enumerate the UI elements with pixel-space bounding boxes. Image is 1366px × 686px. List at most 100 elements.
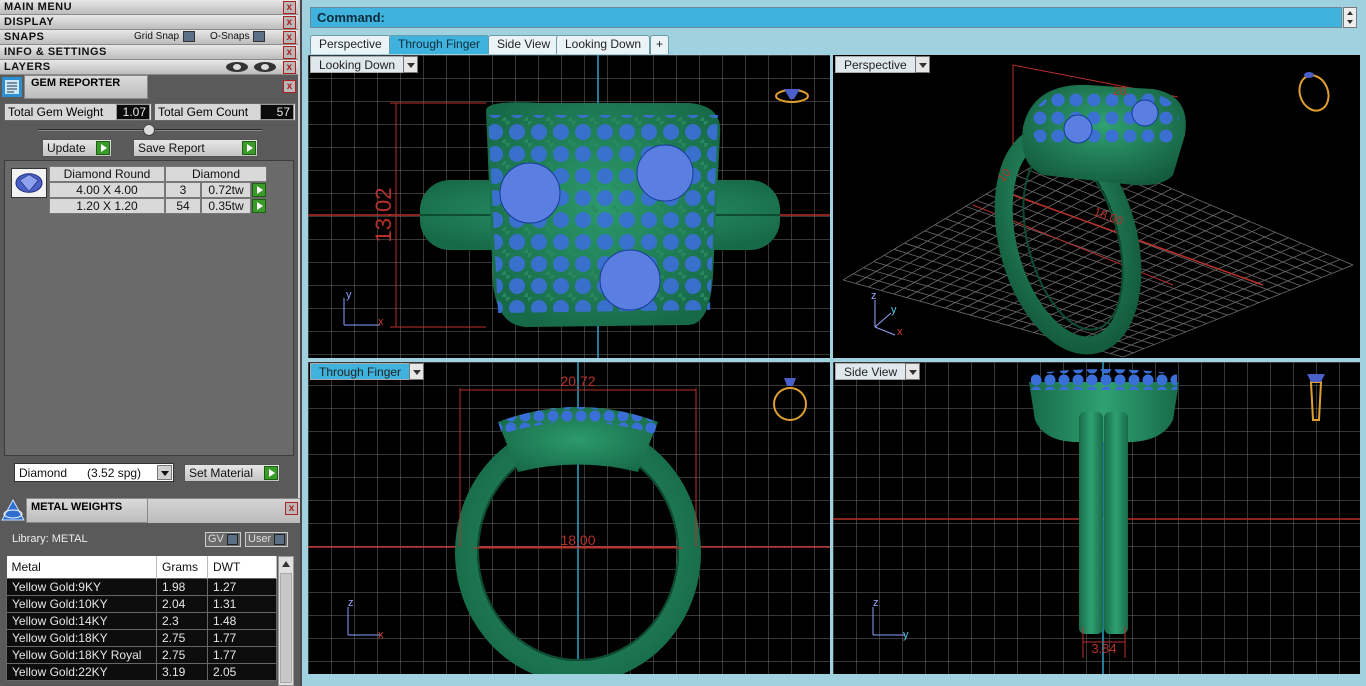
add-tab-button[interactable]: + — [650, 35, 670, 54]
viewport-label-perspective[interactable]: Perspective — [835, 56, 930, 73]
total-gem-count-value: 57 — [260, 104, 294, 120]
axis-x-label: x — [378, 316, 384, 328]
viewport-label-through-finger[interactable]: Through Finger — [310, 363, 425, 380]
round-diamond-icon[interactable] — [11, 168, 47, 198]
viewport-label-looking-down[interactable]: Looking Down — [310, 56, 419, 73]
viewport-perspective[interactable]: 20. 18.00 10 z y x Perspective — [833, 55, 1360, 358]
metal-grams: 2.3 — [156, 611, 208, 630]
library-label: Library: METAL — [12, 533, 88, 545]
gem-reporter-icon — [2, 77, 22, 97]
chevron-down-icon[interactable] — [409, 363, 425, 380]
toggle-icon — [226, 533, 238, 545]
close-icon[interactable]: x — [283, 31, 296, 44]
command-label: Command: — [317, 10, 385, 25]
gem-header-cut: Diamond Round — [49, 166, 165, 182]
viewport-label-text: Side View — [844, 365, 898, 379]
close-icon[interactable]: x — [285, 502, 298, 515]
command-bar[interactable]: Command: — [310, 7, 1342, 28]
o-snaps-toggle[interactable]: O-Snaps — [210, 30, 266, 44]
chevron-down-icon — [157, 465, 172, 480]
grid-snap-toggle[interactable]: Grid Snap — [134, 30, 196, 44]
chevron-down-icon[interactable] — [403, 56, 419, 73]
column-header[interactable]: Grams — [156, 556, 208, 578]
gem-list: Diamond Round Diamond 4.00 X 4.00 3 0.72… — [4, 160, 294, 456]
viewport-label-side-view[interactable]: Side View — [835, 363, 921, 380]
update-button-label: Update — [47, 141, 86, 155]
eye-icon[interactable] — [254, 62, 276, 72]
metal-weights-table: Metal Grams DWT Yellow Gold:9KY 1.98 1.27 … — [6, 556, 277, 681]
close-icon[interactable]: x — [283, 80, 296, 93]
metal-dwt: 1.27 — [207, 577, 277, 596]
viewport-through-finger[interactable]: 20.72 18.00 z x Through Finger — [308, 362, 830, 674]
tab-side-view[interactable]: Side View — [488, 35, 560, 54]
table-row[interactable]: Yellow Gold:10KY 2.04 1.31 — [6, 594, 277, 613]
table-row[interactable]: Yellow Gold:14KY 2.3 1.48 — [6, 611, 277, 630]
display-menu-bar[interactable]: DISPLAY x — [0, 15, 298, 30]
layers-label: LAYERS — [4, 61, 51, 73]
side-view-scene: 3.84 z y — [833, 362, 1360, 674]
close-icon[interactable]: x — [283, 1, 296, 14]
close-icon[interactable]: x — [283, 16, 296, 29]
through-finger-scene: 20.72 18.00 z x — [308, 362, 830, 674]
viewport-looking-down[interactable]: 13.02 y x Looking Down — [308, 55, 830, 358]
play-icon — [242, 141, 256, 155]
chevron-down-icon[interactable] — [905, 363, 921, 380]
total-gem-count-text: Total Gem Count — [158, 105, 249, 119]
material-select[interactable]: Diamond (3.52 spg) — [14, 463, 174, 482]
table-row[interactable]: Yellow Gold:22KY 3.19 2.05 — [6, 662, 277, 681]
axis-y-label: y — [891, 304, 897, 316]
gem-row-count: 54 — [165, 198, 201, 214]
table-header-row: Metal Grams DWT — [6, 556, 277, 578]
metal-name: Yellow Gold:18KY Royal — [6, 645, 157, 664]
dimension-label: 20. — [1113, 84, 1130, 98]
total-gem-weight-value: 1.07 — [116, 104, 150, 120]
viewport-side-view[interactable]: 3.84 z y Side View — [833, 362, 1360, 674]
update-button[interactable]: Update — [42, 139, 112, 157]
metal-dwt: 1.31 — [207, 594, 277, 613]
set-material-button[interactable]: Set Material — [184, 464, 280, 482]
close-icon[interactable]: x — [283, 46, 296, 59]
table-row[interactable]: Yellow Gold:18KY Royal 2.75 1.77 — [6, 645, 277, 664]
snaps-label: SNAPS — [4, 31, 45, 43]
tab-looking-down[interactable]: Looking Down — [556, 35, 651, 54]
metal-grams: 2.04 — [156, 594, 208, 613]
play-icon — [264, 466, 278, 480]
toggle-icon — [183, 30, 196, 42]
gv-toggle[interactable]: GV — [205, 532, 241, 547]
metal-weights-title: METAL WEIGHTS — [26, 498, 148, 523]
metal-name: Yellow Gold:14KY — [6, 611, 157, 630]
column-header[interactable]: DWT — [207, 556, 277, 578]
column-header[interactable]: Metal — [6, 556, 157, 578]
metal-weights-header: METAL WEIGHTS x — [0, 498, 300, 523]
matrix-app: MAIN MENU x DISPLAY x SNAPS Grid Snap O-… — [0, 0, 1366, 686]
axis-z-label: z — [873, 597, 879, 609]
height-dimension: 13.02 — [371, 187, 396, 242]
metal-name: Yellow Gold:9KY — [6, 577, 157, 596]
main-menu-bar[interactable]: MAIN MENU x — [0, 0, 298, 15]
gem-row-size: 4.00 X 4.00 — [49, 182, 165, 198]
user-toggle[interactable]: User — [245, 532, 289, 547]
close-icon[interactable]: x — [283, 61, 296, 74]
table-row[interactable]: Yellow Gold:18KY 2.75 1.77 — [6, 628, 277, 647]
layers-menu-bar[interactable]: LAYERS x — [0, 60, 298, 75]
table-row[interactable]: Yellow Gold:9KY 1.98 1.27 — [6, 577, 277, 596]
scrollbar-thumb[interactable] — [280, 573, 292, 683]
select-gem-button[interactable] — [252, 199, 266, 213]
tab-through-finger[interactable]: Through Finger — [389, 35, 490, 54]
viewport-label-text: Looking Down — [319, 58, 396, 72]
save-report-button-label: Save Report — [138, 141, 205, 155]
command-history-spinner[interactable] — [1343, 7, 1357, 28]
snaps-menu-bar[interactable]: SNAPS Grid Snap O-Snaps x — [0, 30, 298, 45]
chevron-down-icon[interactable] — [914, 56, 930, 73]
info-settings-menu-bar[interactable]: INFO & SETTINGS x — [0, 45, 298, 60]
select-gem-button[interactable] — [252, 183, 266, 197]
scroll-up-icon[interactable] — [282, 561, 290, 567]
metal-table-scrollbar[interactable] — [278, 556, 294, 686]
gem-reporter-title: GEM REPORTER — [24, 75, 148, 99]
save-report-button[interactable]: Save Report — [133, 139, 258, 157]
gem-row-weight: 0.72tw — [201, 182, 251, 198]
tab-perspective[interactable]: Perspective — [310, 35, 391, 54]
metal-dwt: 2.05 — [207, 662, 277, 681]
gem-slider-knob[interactable] — [143, 124, 155, 136]
eye-icon[interactable] — [226, 62, 248, 72]
